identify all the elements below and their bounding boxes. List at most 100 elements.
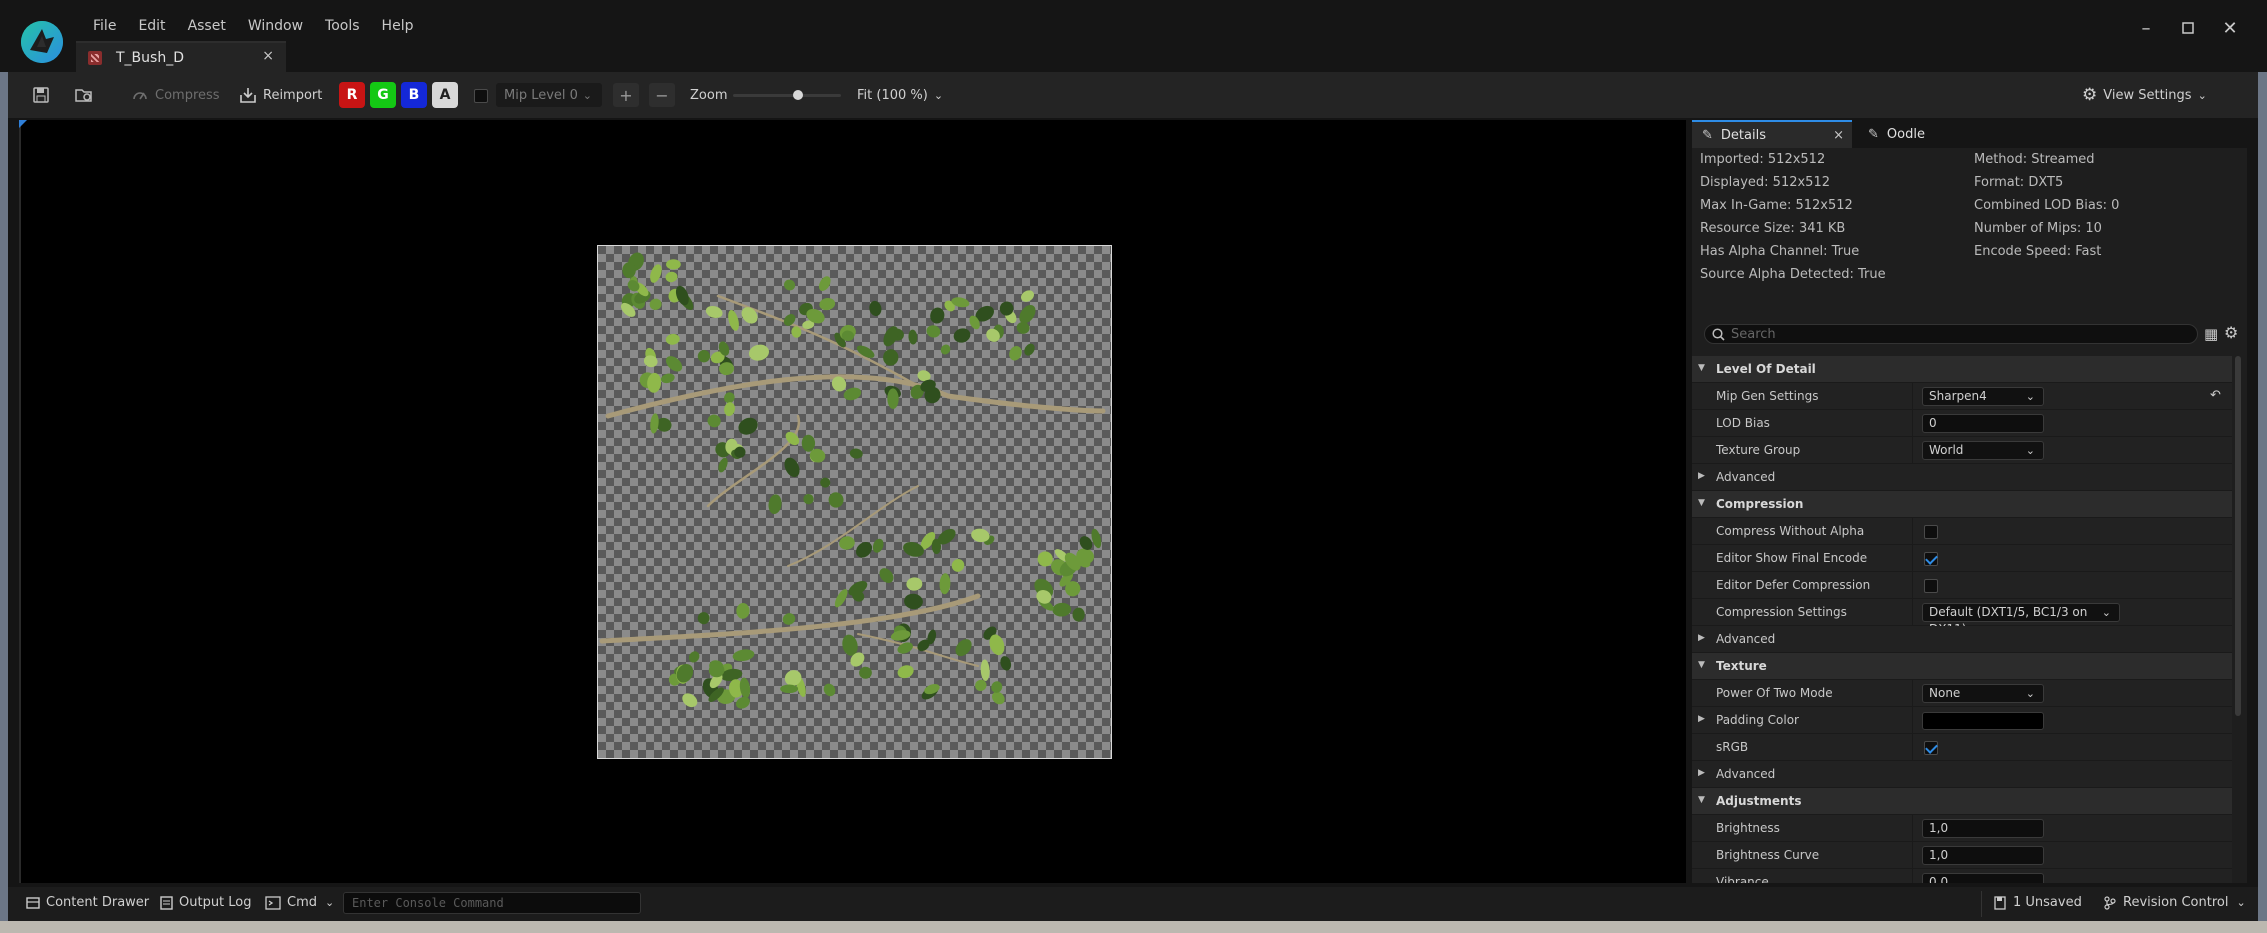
menu-file[interactable]: File	[82, 17, 127, 35]
mip-level-checkbox[interactable]	[474, 89, 488, 103]
zoom-slider[interactable]	[733, 90, 841, 100]
leaf	[688, 651, 700, 663]
details-scrollbar[interactable]	[2235, 356, 2241, 716]
cmd-dropdown[interactable]: Cmd ⌄	[265, 895, 334, 910]
reimport-button[interactable]: Reimport	[239, 82, 322, 108]
value-column-divider	[1912, 599, 1913, 626]
close-window-icon[interactable]: ✕	[2220, 18, 2240, 39]
mip-level-value: Mip Level 0	[504, 87, 578, 103]
mip-level-dropdown[interactable]: Mip Level 0 ⌄	[496, 83, 602, 107]
texture-group-dropdown[interactable]: World ⌄	[1922, 441, 2044, 460]
leaf	[926, 325, 941, 338]
browse-asset-icon[interactable]	[74, 82, 94, 108]
leaf	[849, 448, 863, 459]
chevron-down-icon[interactable]: ▼	[1698, 363, 1705, 373]
mip-gen-settings-dropdown[interactable]: Sharpen4 ⌄	[1922, 387, 2044, 406]
asset-tab[interactable]: T_Bush_D ×	[76, 41, 286, 72]
revision-control-button[interactable]: Revision Control ⌄	[2103, 895, 2246, 910]
property-row-lod-bias: LOD Bias 0	[1692, 410, 2232, 437]
close-tab-icon[interactable]: ×	[1833, 128, 1844, 143]
property-label: Padding Color	[1716, 713, 1799, 727]
chevron-down-icon[interactable]: ▼	[1698, 660, 1705, 670]
mip-decrease-button[interactable]: −	[649, 83, 675, 107]
chevron-right-icon[interactable]: ▶	[1698, 714, 1705, 724]
info-resource-size: Resource Size: 341 KB	[1700, 221, 1846, 236]
unsaved-button[interactable]: 1 Unsaved	[1993, 895, 2082, 910]
close-tab-icon[interactable]: ×	[262, 48, 274, 64]
power-of-two-mode-dropdown[interactable]: None ⌄	[1922, 684, 2044, 703]
category-compression[interactable]: ▼ Compression	[1692, 491, 2232, 518]
details-search-input[interactable]: Search	[1704, 324, 2198, 344]
chevron-right-icon[interactable]: ▶	[1698, 768, 1705, 778]
tab-details[interactable]: ✎ Details ×	[1692, 120, 1852, 148]
menu-window[interactable]: Window	[237, 17, 314, 35]
category-texture[interactable]: ▼ Texture	[1692, 653, 2232, 680]
reset-to-default-icon[interactable]: ↶	[2210, 388, 2221, 403]
leaf	[724, 402, 735, 417]
channel-g-toggle[interactable]: G	[370, 82, 396, 108]
chevron-down-icon: ⌄	[933, 88, 944, 102]
compress-without-alpha-checkbox[interactable]	[1924, 525, 1938, 539]
console-command-input[interactable]: Enter Console Command	[343, 892, 641, 914]
maximize-icon[interactable]	[2178, 18, 2198, 39]
category-level-of-detail[interactable]: ▼ Level Of Detail	[1692, 356, 2232, 383]
compression-settings-dropdown[interactable]: Default (DXT1/5, BC1/3 on DX11)⌄	[1922, 603, 2120, 636]
value-column-divider	[1912, 707, 1913, 734]
table-view-icon[interactable]: ▦	[2204, 325, 2218, 343]
channel-b-toggle[interactable]: B	[401, 82, 427, 108]
menu-help[interactable]: Help	[371, 17, 425, 35]
chevron-right-icon[interactable]: ▶	[1698, 633, 1705, 643]
lod-bias-field[interactable]: 0	[1922, 414, 2044, 433]
dropdown-value: None	[1929, 686, 1961, 700]
fit-zoom-dropdown[interactable]: Fit (100 %) ⌄	[857, 82, 943, 108]
leaf	[940, 344, 951, 355]
leaf	[705, 305, 723, 318]
brightness-curve-field[interactable]: 1,0	[1922, 846, 2044, 865]
property-row-advanced[interactable]: ▶ Advanced	[1692, 626, 2232, 653]
property-label: Level Of Detail	[1716, 362, 1816, 376]
chevron-right-icon[interactable]: ▶	[1698, 471, 1705, 481]
brightness-field[interactable]: 1,0	[1922, 819, 2044, 838]
console-icon	[265, 895, 281, 910]
property-label: Advanced	[1716, 767, 1776, 781]
save-icon[interactable]	[32, 82, 50, 108]
view-settings-button[interactable]: ⚙ View Settings ⌄	[2082, 82, 2207, 108]
menu-edit[interactable]: Edit	[127, 17, 176, 35]
editor-defer-compression-checkbox[interactable]	[1924, 579, 1938, 593]
minimize-icon[interactable]: –	[2136, 18, 2156, 39]
menu-asset[interactable]: Asset	[177, 17, 237, 35]
srgb-checkbox[interactable]	[1924, 741, 1938, 755]
tab-oodle[interactable]: ✎ Oodle	[1862, 120, 1925, 148]
value-column-divider	[1912, 842, 1913, 869]
channel-a-toggle[interactable]: A	[432, 82, 458, 108]
leaf	[738, 417, 758, 435]
padding-color-swatch[interactable]	[1922, 712, 2044, 730]
gear-icon[interactable]: ⚙	[2224, 323, 2238, 342]
vibrance-field[interactable]: 0,0	[1922, 873, 2044, 883]
value-column-divider	[1912, 410, 1913, 437]
zoom-slider-thumb[interactable]	[792, 90, 803, 100]
chevron-down-icon[interactable]: ▼	[1698, 795, 1705, 805]
pencil-icon: ✎	[1702, 127, 1713, 143]
category-adjustments[interactable]: ▼ Adjustments	[1692, 788, 2232, 815]
menu-tools[interactable]: Tools	[314, 17, 371, 35]
editor-show-final-encode-checkbox[interactable]	[1924, 552, 1938, 566]
compress-button[interactable]: Compress	[131, 82, 220, 108]
fit-zoom-value: Fit (100 %)	[857, 87, 928, 103]
mip-increase-button[interactable]: +	[613, 83, 639, 107]
property-label: Compress Without Alpha	[1716, 524, 1865, 538]
chevron-down-icon: ⌄	[2236, 896, 2246, 909]
leaf	[872, 538, 884, 553]
chevron-down-icon: ⌄	[2025, 390, 2035, 403]
property-label: Compression Settings	[1716, 605, 1847, 619]
content-drawer-button[interactable]: Content Drawer	[26, 895, 149, 910]
output-log-button[interactable]: Output Log	[160, 895, 252, 910]
property-row-advanced[interactable]: ▶ Advanced	[1692, 464, 2232, 491]
chevron-down-icon: ⌄	[325, 896, 335, 909]
property-row-advanced[interactable]: ▶ Advanced	[1692, 761, 2232, 788]
search-icon	[1712, 328, 1725, 341]
chevron-down-icon[interactable]: ▼	[1698, 498, 1705, 508]
channel-r-toggle[interactable]: R	[339, 82, 365, 108]
unsaved-label: 1 Unsaved	[2013, 895, 2082, 910]
leaf	[908, 329, 918, 345]
